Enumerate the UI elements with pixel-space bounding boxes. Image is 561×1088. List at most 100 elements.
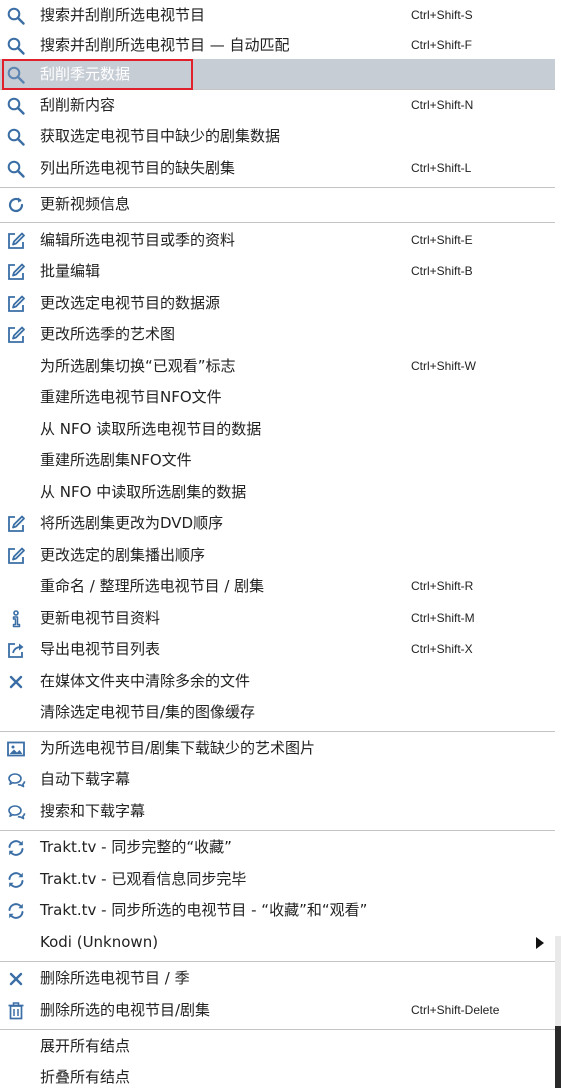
image-icon (6, 739, 26, 759)
sync-icon (6, 870, 26, 890)
menu-item-label: 获取选定电视节目中缺少的剧集数据 (40, 127, 281, 145)
menu-item[interactable]: 重建所选剧集NFO文件 (0, 445, 555, 476)
menu-item-label: 为所选剧集切换“已观看”标志 (40, 357, 236, 375)
menu-item-label: 自动下载字幕 (40, 770, 131, 788)
export-icon (6, 640, 26, 660)
menu-separator (0, 187, 555, 188)
menu-item[interactable]: 重命名 / 整理所选电视节目 / 剧集 Ctrl+Shift-R (0, 571, 555, 602)
menu-separator (0, 830, 555, 831)
menu-item-shortcut: Ctrl+Shift-R (411, 579, 474, 593)
context-menu: 搜索并刮削所选电视节目 Ctrl+Shift-S 搜索并刮削所选电视节目 — 自动匹… (0, 0, 555, 1088)
menu-item[interactable]: 列出所选电视节目的缺失剧集 Ctrl+Shift-L (0, 153, 555, 184)
edit-icon (6, 514, 26, 534)
scrollbar-track (555, 936, 561, 1026)
menu-item[interactable]: 删除所选电视节目 / 季 (0, 963, 555, 994)
search-icon (6, 96, 26, 116)
menu-item[interactable]: 为所选剧集切换“已观看”标志 Ctrl+Shift-W (0, 351, 555, 382)
menu-item[interactable]: Trakt.tv - 同步所选的电视节目 - “收藏”和“观看” (0, 895, 555, 926)
menu-item-label: 折叠所有结点 (40, 1068, 131, 1086)
menu-item-label: 列出所选电视节目的缺失剧集 (40, 159, 236, 177)
menu-item-shortcut: Ctrl+Shift-Delete (411, 1003, 500, 1017)
search-icon (6, 6, 26, 26)
refresh-icon (6, 195, 26, 215)
sync-icon (6, 838, 26, 858)
menu-separator (0, 1029, 555, 1030)
search-icon (6, 159, 26, 179)
menu-item[interactable]: 搜索并刮削所选电视节目 — 自动匹配 Ctrl+Shift-F (0, 30, 555, 61)
menu-item[interactable]: 更新视频信息 (0, 189, 555, 220)
search-icon (6, 36, 26, 56)
menu-item-label: 展开所有结点 (40, 1037, 131, 1055)
trash-icon (6, 1001, 26, 1021)
menu-item-shortcut: Ctrl+Shift-S (411, 8, 473, 22)
menu-item-label: 搜索和下载字幕 (40, 802, 146, 820)
menu-item[interactable]: Trakt.tv - 已观看信息同步完毕 (0, 864, 555, 895)
menu-item[interactable]: 批量编辑 Ctrl+Shift-B (0, 256, 555, 287)
close-icon (6, 672, 26, 692)
menu-item[interactable]: 清除选定电视节目/集的图像缓存 (0, 697, 555, 728)
menu-item[interactable]: 搜索并刮削所选电视节目 Ctrl+Shift-S (0, 0, 555, 31)
menu-item[interactable]: 更改选定电视节目的数据源 (0, 288, 555, 319)
menu-item[interactable]: 为所选电视节目/剧集下载缺少的艺术图片 (0, 733, 555, 764)
menu-item-label: 重建所选剧集NFO文件 (40, 451, 192, 469)
menu-separator (0, 222, 555, 223)
menu-item[interactable]: Trakt.tv - 同步完整的“收藏” (0, 832, 555, 863)
menu-item[interactable]: 在媒体文件夹中清除多余的文件 (0, 666, 555, 697)
menu-item[interactable]: 导出电视节目列表 Ctrl+Shift-X (0, 634, 555, 665)
edit-icon (6, 231, 26, 251)
search-icon (6, 127, 26, 147)
menu-item[interactable]: 编辑所选电视节目或季的资料 Ctrl+Shift-E (0, 225, 555, 256)
menu-item[interactable]: 删除所选的电视节目/剧集 Ctrl+Shift-Delete (0, 995, 555, 1026)
menu-item[interactable]: 折叠所有结点 (0, 1062, 555, 1088)
sync-icon (6, 901, 26, 921)
background-window-edge (555, 0, 561, 1088)
menu-item-label: 重建所选电视节目NFO文件 (40, 388, 222, 406)
menu-item[interactable]: 更改选定的剧集播出顺序 (0, 540, 555, 571)
menu-item-label: Trakt.tv - 同步所选的电视节目 - “收藏”和“观看” (40, 901, 368, 919)
menu-item-label: 刮削新内容 (40, 96, 116, 114)
close-icon (6, 969, 26, 989)
menu-item[interactable]: Kodi (Unknown) (0, 927, 555, 958)
menu-item[interactable]: 更新电视节目资料 Ctrl+Shift-M (0, 603, 555, 634)
menu-item-label: 导出电视节目列表 (40, 640, 161, 658)
scrollbar-thumb[interactable] (555, 1026, 561, 1088)
menu-item-label: 批量编辑 (40, 262, 101, 280)
menu-item-label: 从 NFO 读取所选电视节目的数据 (40, 420, 262, 438)
menu-item-label: 从 NFO 中读取所选剧集的数据 (40, 483, 247, 501)
menu-item-label: 为所选电视节目/剧集下载缺少的艺术图片 (40, 739, 316, 757)
chat-icon (6, 770, 26, 790)
menu-item[interactable]: 从 NFO 读取所选电视节目的数据 (0, 414, 555, 445)
edit-icon (6, 325, 26, 345)
menu-item-label: 更新视频信息 (40, 195, 131, 213)
menu-item[interactable]: 更改所选季的艺术图 (0, 319, 555, 350)
submenu-arrow-icon (536, 937, 544, 949)
menu-item-shortcut: Ctrl+Shift-F (411, 38, 473, 52)
menu-item-label: 更改选定电视节目的数据源 (40, 294, 221, 312)
menu-item-label: 更改所选季的艺术图 (40, 325, 176, 343)
menu-item-label: 删除所选的电视节目/剧集 (40, 1001, 211, 1019)
menu-item[interactable]: 展开所有结点 (0, 1031, 555, 1062)
menu-separator (0, 731, 555, 732)
menu-item-label: 搜索并刮削所选电视节目 (40, 6, 206, 24)
menu-item-label: 更改选定的剧集播出顺序 (40, 546, 206, 564)
menu-item[interactable]: 搜索和下载字幕 (0, 796, 555, 827)
menu-item-label: 搜索并刮削所选电视节目 — 自动匹配 (40, 36, 290, 54)
menu-item[interactable]: 从 NFO 中读取所选剧集的数据 (0, 477, 555, 508)
menu-item[interactable]: 自动下载字幕 (0, 764, 555, 795)
info-icon (6, 609, 26, 629)
menu-item-label: 更新电视节目资料 (40, 609, 161, 627)
edit-icon (6, 546, 26, 566)
menu-item-label: 在媒体文件夹中清除多余的文件 (40, 672, 251, 690)
menu-item[interactable]: 重建所选电视节目NFO文件 (0, 382, 555, 413)
menu-item[interactable]: 获取选定电视节目中缺少的剧集数据 (0, 121, 555, 152)
menu-item-label: 重命名 / 整理所选电视节目 / 剧集 (40, 577, 265, 595)
menu-item-shortcut: Ctrl+Shift-N (411, 98, 474, 112)
menu-item[interactable]: 刮削新内容 Ctrl+Shift-N (0, 90, 555, 121)
menu-item[interactable]: 将所选剧集更改为DVD顺序 (0, 508, 555, 539)
menu-item-shortcut: Ctrl+Shift-W (411, 359, 477, 373)
menu-item-shortcut: Ctrl+Shift-E (411, 233, 473, 247)
menu-item-shortcut: Ctrl+Shift-X (411, 642, 473, 656)
menu-item-label: 编辑所选电视节目或季的资料 (40, 231, 236, 249)
menu-separator (0, 961, 555, 962)
menu-item-label: 删除所选电视节目 / 季 (40, 969, 190, 987)
